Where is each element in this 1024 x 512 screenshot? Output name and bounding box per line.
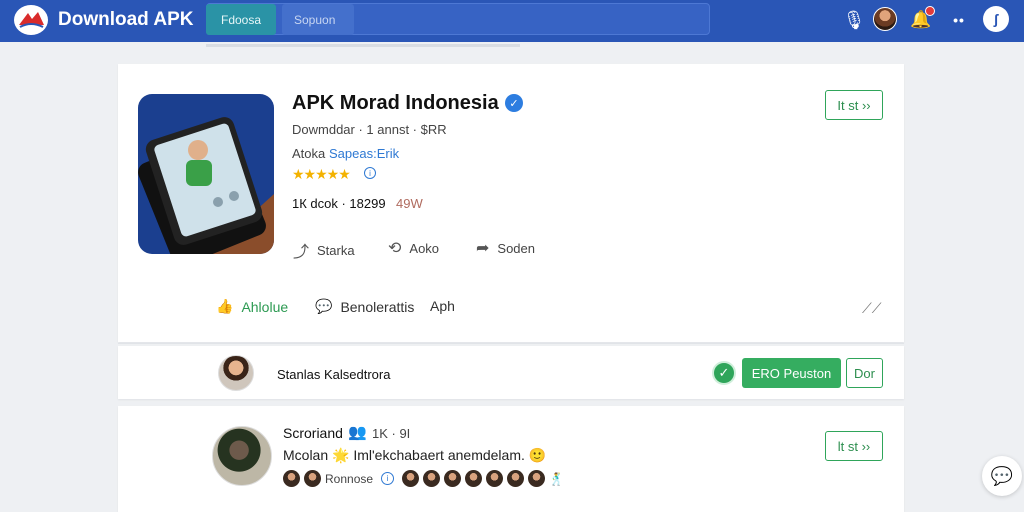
- avatar[interactable]: [873, 7, 897, 31]
- verified-icon: ✓: [505, 94, 523, 112]
- more-icon[interactable]: ••: [948, 8, 970, 32]
- avatar[interactable]: [212, 426, 272, 486]
- header-underline: [206, 44, 520, 47]
- check-icon[interactable]: ✓: [712, 361, 736, 385]
- rating-stars: ★★★★★: [292, 166, 351, 182]
- avatar[interactable]: [507, 470, 525, 487]
- tab-comments[interactable]: 💬 Benolerattis: [315, 298, 414, 315]
- app-stats: 1К dcok · 18299: [292, 196, 386, 211]
- share-button[interactable]: ⤴ Starka: [293, 238, 355, 262]
- repost-icon: ⟲: [388, 240, 402, 257]
- comment-count: 1K · 9I: [372, 426, 411, 441]
- tab-active[interactable]: Fdoosa: [206, 4, 276, 35]
- tab-like-label: Ahlolue: [241, 298, 289, 315]
- info-icon[interactable]: i: [381, 472, 395, 485]
- send-icon: ➦: [476, 240, 490, 257]
- tab-like[interactable]: 👍 Ahlolue: [216, 298, 288, 315]
- avatar[interactable]: [304, 470, 321, 487]
- figure-icon: 🕺: [549, 471, 564, 486]
- tab-comments-label: Benolerattis: [340, 298, 415, 315]
- profile-icon[interactable]: ʃ: [983, 6, 1009, 32]
- tab-aph-label: Aph: [430, 298, 455, 314]
- developer-link[interactable]: Sapeas:Erik: [329, 146, 399, 161]
- app-icon[interactable]: [138, 94, 274, 254]
- side-action-button[interactable]: lt st ››: [825, 431, 883, 461]
- mic-icon[interactable]: 🎙: [843, 8, 866, 32]
- thumbs-up-icon: 👍: [216, 298, 234, 314]
- avatar[interactable]: [402, 470, 420, 487]
- trend-icon[interactable]: ⟋⟋: [862, 300, 882, 317]
- follow-button[interactable]: ERO Peuston: [742, 358, 841, 388]
- avatar[interactable]: [283, 470, 300, 487]
- avatar[interactable]: [218, 355, 254, 391]
- comment-author[interactable]: Scroriand: [283, 425, 343, 441]
- send-button[interactable]: ➦ Soden: [476, 238, 535, 258]
- info-icon[interactable]: i: [364, 167, 376, 179]
- chat-icon[interactable]: 💬: [982, 456, 1022, 496]
- app-logo[interactable]: [14, 5, 48, 35]
- avatar[interactable]: [528, 470, 546, 487]
- reply-row: Ronnose i 🕺: [283, 470, 564, 487]
- notification-dot: [925, 6, 935, 16]
- app-meta: Dowmddar · 1 annst · $RR: [292, 122, 447, 137]
- avatar[interactable]: [444, 470, 462, 487]
- repost-label: Aoko: [409, 240, 440, 256]
- comment-icon: 💬: [315, 298, 333, 314]
- comment-text: Mcolan 🌟 Iml'ekchabaert anemdelam. 🙂: [283, 447, 547, 463]
- divider: [118, 343, 904, 344]
- developer-label: Atoka: [292, 146, 326, 161]
- app-size: 49W: [396, 196, 423, 211]
- tab-aph[interactable]: Aph: [430, 298, 455, 314]
- avatar[interactable]: [465, 470, 483, 487]
- search-input[interactable]: [282, 4, 354, 35]
- repost-button[interactable]: ⟲ Aoko: [388, 238, 439, 258]
- people-icon: 👥: [348, 424, 367, 441]
- share-icon: ⤴: [293, 244, 310, 261]
- follow-user-name[interactable]: Stanlas Kalsedtrora: [277, 367, 390, 382]
- app-title: APK Morad Indonesia: [292, 92, 499, 114]
- avatar[interactable]: [486, 470, 504, 487]
- brand-title[interactable]: Download APK: [58, 9, 193, 31]
- send-label: Soden: [497, 240, 535, 256]
- reply-label[interactable]: Ronnose: [325, 472, 373, 486]
- side-action-button[interactable]: It st ››: [825, 90, 883, 120]
- share-label: Starka: [317, 242, 355, 258]
- secondary-button[interactable]: Dor: [846, 358, 883, 388]
- avatar[interactable]: [423, 470, 441, 487]
